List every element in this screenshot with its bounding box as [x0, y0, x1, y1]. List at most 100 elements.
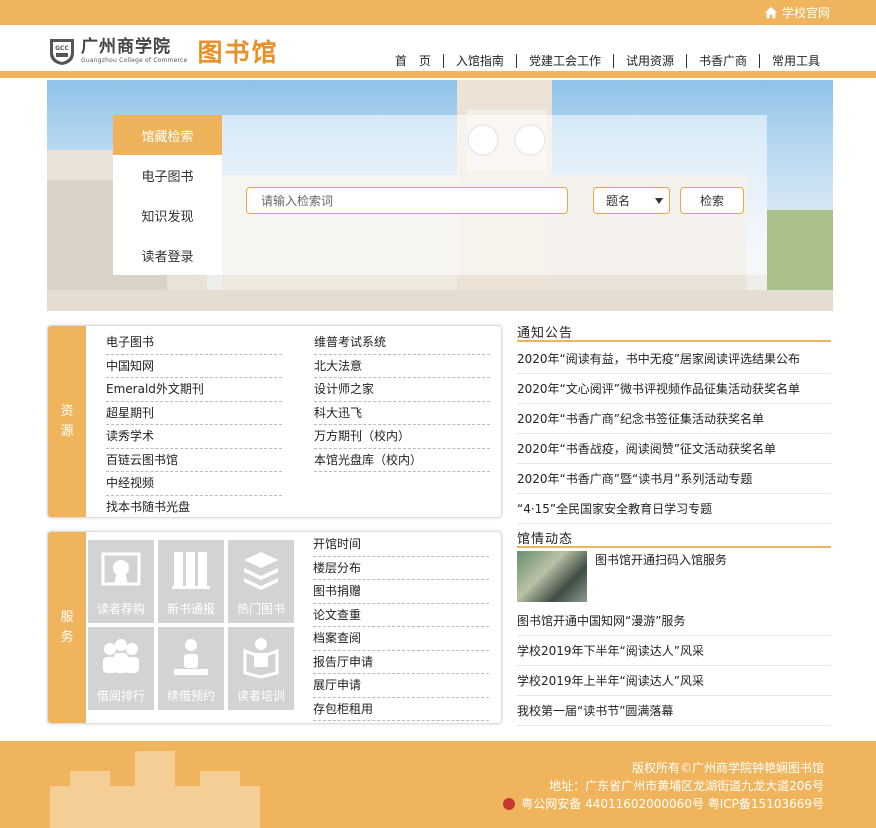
- service-link[interactable]: 存包柜租用: [313, 698, 489, 721]
- news-item[interactable]: 图书馆开通中国知网“漫游”服务: [517, 606, 831, 636]
- news-thumbnail[interactable]: [517, 551, 587, 602]
- notices-heading[interactable]: 通知公告: [517, 322, 831, 342]
- tile-label: 读者培训: [236, 689, 285, 703]
- news-list: 图书馆开通中国知网“漫游”服务 学校2019年下半年“阅读达人”风采 学校201…: [517, 606, 831, 726]
- tile-new-books[interactable]: 新书通报: [158, 540, 224, 623]
- police-badge-icon: [503, 797, 516, 810]
- college-seal-icon: GCC: [50, 39, 74, 65]
- service-link[interactable]: 开馆时间: [313, 533, 489, 557]
- news-item[interactable]: 我校第一届“读书节”圆满落幕: [517, 696, 831, 726]
- search-field-select[interactable]: 题名: [593, 187, 670, 214]
- footer-icp: 粤公网安备 44011602000060号 粤ICP备15103669号: [503, 795, 824, 813]
- notices-list: 2020年“阅读有益，书中无疫”居家阅读评选结果公布 2020年“文心阅评”微书…: [517, 344, 831, 524]
- services-panel: 服 务 读者荐购 新书通报 热门图书 借阅排行 续借预约 读者培训 开馆时间 楼…: [47, 531, 502, 724]
- tile-hot-books[interactable]: 热门图书: [228, 540, 294, 623]
- resources-list-left: 电子图书 中国知网 Emerald外文期刊 超星期刊 读秀学术 百链云图书馆 中…: [106, 331, 282, 518]
- resource-link[interactable]: 本馆光盘库（校内）: [314, 449, 490, 472]
- nav-home[interactable]: 首 页: [383, 52, 443, 69]
- tile-training[interactable]: 读者培训: [228, 627, 294, 710]
- footer-info: 版权所有©广州商学院钟艳娴图书馆 地址：广东省广州市黄埔区龙湖街道九龙大道206…: [503, 759, 824, 813]
- footer-copyright: 版权所有©广州商学院钟艳娴图书馆: [631, 761, 824, 775]
- nav-guide[interactable]: 入馆指南: [444, 52, 516, 69]
- notice-item[interactable]: 2020年“书香广商”纪念书签征集活动获奖名单: [517, 404, 831, 434]
- news-heading[interactable]: 馆情动态: [517, 528, 831, 548]
- service-link[interactable]: 档案查阅: [313, 627, 489, 651]
- resources-panel: 资 源 电子图书 中国知网 Emerald外文期刊 超星期刊 读秀学术 百链云图…: [47, 325, 502, 518]
- notice-item[interactable]: 2020年“文心阅评”微书评视频作品征集活动获奖名单: [517, 374, 831, 404]
- search-button[interactable]: 检索: [680, 187, 744, 214]
- resource-link[interactable]: 超星期刊: [106, 402, 282, 425]
- resource-link[interactable]: 百链云图书馆: [106, 449, 282, 472]
- resource-link[interactable]: 电子图书: [106, 331, 282, 355]
- news-item[interactable]: 学校2019年上半年“阅读达人”风采: [517, 666, 831, 696]
- training-icon: [243, 638, 279, 679]
- nav-party-union[interactable]: 党建工会工作: [517, 52, 613, 69]
- hot-books-icon: [244, 552, 278, 590]
- tab-catalog-search[interactable]: 馆藏检索: [113, 115, 222, 155]
- renew-icon: [174, 639, 208, 675]
- news-feature-title[interactable]: 图书馆开通扫码入馆服务: [595, 551, 727, 568]
- building-silhouette: [50, 751, 260, 828]
- notice-item[interactable]: 2020年“书香广商”暨“读书月”系列活动专题: [517, 464, 831, 494]
- service-link[interactable]: 图书捐赠: [313, 580, 489, 604]
- school-website-link[interactable]: 学校官网: [764, 4, 830, 21]
- resource-link[interactable]: 中经视频: [106, 472, 282, 496]
- resource-link[interactable]: 科大迅飞: [314, 402, 490, 425]
- service-link[interactable]: 展厅申请: [313, 674, 489, 698]
- news-item[interactable]: 学校2019年下半年“阅读达人”风采: [517, 636, 831, 666]
- tile-recommend[interactable]: 读者荐购: [88, 540, 154, 623]
- tab-ebooks[interactable]: 电子图书: [113, 155, 222, 195]
- resources-list-right: 维普考试系统 北大法意 设计师之家 科大迅飞 万方期刊（校内） 本馆光盘库（校内…: [314, 331, 490, 472]
- service-link[interactable]: 论文查重: [313, 604, 489, 627]
- tile-renew[interactable]: 续借预约: [158, 627, 224, 710]
- main-nav: 首 页 入馆指南 党建工会工作 试用资源 书香广商 常用工具: [383, 52, 832, 69]
- resource-link[interactable]: 北大法意: [314, 355, 490, 378]
- services-label-char: 务: [60, 629, 74, 645]
- ranking-icon: [103, 639, 139, 673]
- service-link[interactable]: 报告厅申请: [313, 651, 489, 674]
- resources-label-char: 资: [60, 403, 74, 419]
- service-link[interactable]: 楼层分布: [313, 557, 489, 580]
- search-input[interactable]: [246, 187, 568, 214]
- library-title: 图书馆: [197, 38, 279, 67]
- recommend-icon: [101, 552, 141, 586]
- resource-link[interactable]: 设计师之家: [314, 378, 490, 402]
- footer-icp-text[interactable]: 粤公网安备 44011602000060号 粤ICP备15103669号: [521, 797, 824, 811]
- notice-item[interactable]: 2020年“阅读有益，书中无疫”居家阅读评选结果公布: [517, 344, 831, 374]
- header: GCC 广州商学院 Guangzhou College of Commerce …: [0, 25, 876, 75]
- tab-discovery[interactable]: 知识发现: [113, 195, 222, 235]
- resource-link[interactable]: 读秀学术: [106, 425, 282, 449]
- library-logo[interactable]: GCC 广州商学院 Guangzhou College of Commerce …: [47, 33, 278, 69]
- new-books-icon: [172, 552, 210, 589]
- header-accent-line: [0, 71, 876, 78]
- resource-link[interactable]: 找本书随书光盘: [106, 496, 282, 518]
- resource-link[interactable]: 万方期刊（校内）: [314, 425, 490, 449]
- resource-link[interactable]: 维普考试系统: [314, 331, 490, 355]
- tile-label: 借阅排行: [96, 689, 145, 703]
- notice-item[interactable]: 2020年“书香战疫，阅读阅赞”征文活动获奖名单: [517, 434, 831, 464]
- services-side-label: 服 务: [48, 532, 86, 723]
- seal-text: GCC: [55, 45, 69, 52]
- tile-label: 读者荐购: [96, 602, 145, 616]
- footer: 版权所有©广州商学院钟艳娴图书馆 地址：广东省广州市黄埔区龙湖街道九龙大道206…: [0, 741, 876, 828]
- resource-link[interactable]: 中国知网: [106, 355, 282, 378]
- footer-address: 地址：广东省广州市黄埔区龙湖街道九龙大道206号: [549, 779, 824, 793]
- nav-trial-resources[interactable]: 试用资源: [614, 52, 686, 69]
- nav-tools[interactable]: 常用工具: [760, 52, 832, 69]
- tile-label: 新书通报: [166, 602, 215, 616]
- search-field-value: 题名: [606, 194, 631, 208]
- search-banner: 馆藏检索 电子图书 知识发现 读者登录 题名 检索: [47, 80, 833, 311]
- resource-link[interactable]: Emerald外文期刊: [106, 378, 282, 402]
- tile-label: 续借预约: [166, 689, 215, 703]
- notice-item[interactable]: “4·15”全民国家安全教育日学习专题: [517, 494, 831, 524]
- service-links: 开馆时间 楼层分布 图书捐赠 论文查重 档案查阅 报告厅申请 展厅申请 存包柜租…: [313, 533, 489, 721]
- college-name-en: Guangzhou College of Commerce: [81, 57, 188, 64]
- services-label-char: 服: [60, 609, 74, 625]
- resources-label-char: 源: [60, 423, 74, 439]
- top-bar: 学校官网: [0, 0, 876, 25]
- resources-side-label: 资 源: [48, 326, 86, 517]
- nav-reading[interactable]: 书香广商: [687, 52, 759, 69]
- news-feature[interactable]: 图书馆开通扫码入馆服务: [517, 551, 831, 606]
- tab-reader-login[interactable]: 读者登录: [113, 235, 222, 275]
- tile-ranking[interactable]: 借阅排行: [88, 627, 154, 710]
